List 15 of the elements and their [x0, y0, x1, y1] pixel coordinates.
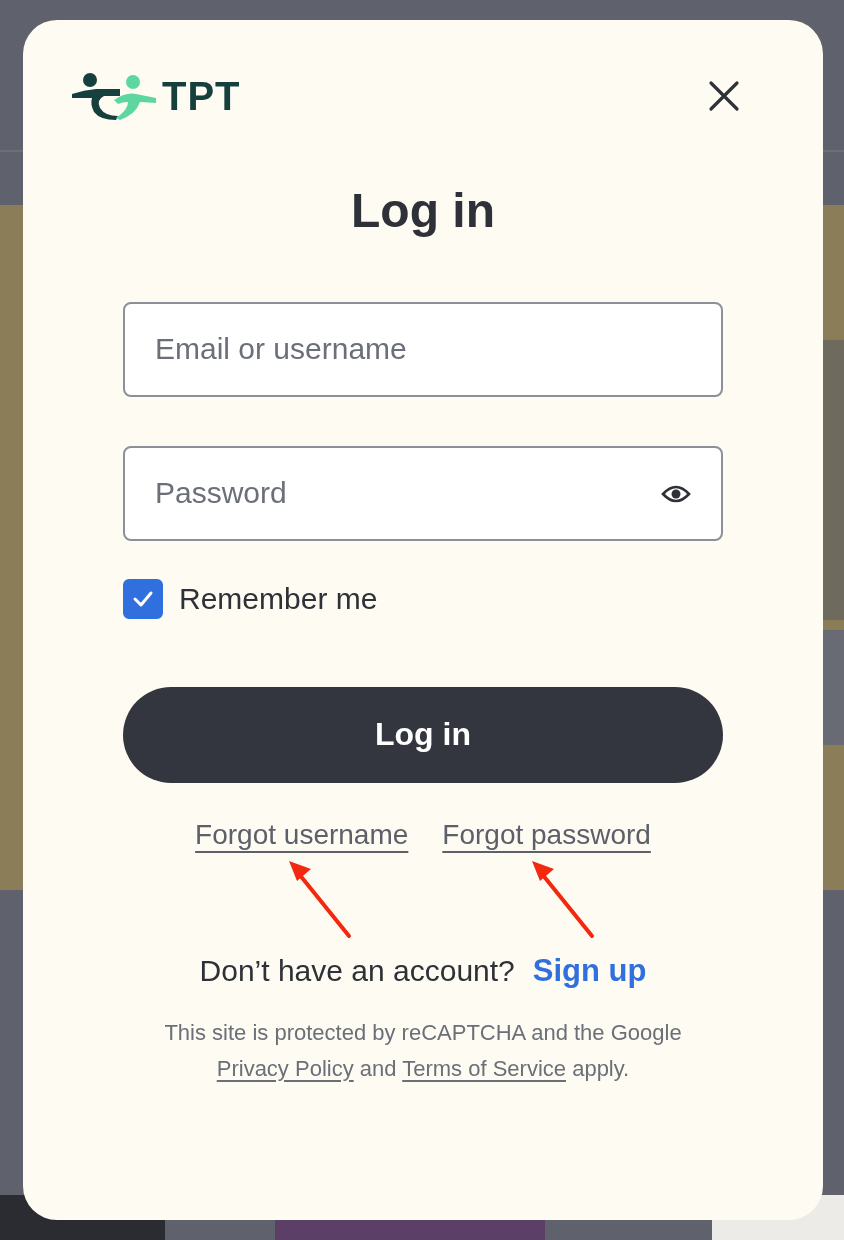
email-field[interactable]: Email or username	[123, 301, 723, 397]
logo-wordmark: TPT	[162, 73, 241, 119]
forgot-link[interactable]: Forgot password	[442, 818, 651, 851]
login-button[interactable]: Log in	[123, 686, 723, 783]
recaptcha-notice: This site is protected by reCAPTCHA and the Google Privacy Policy and Terms of Service apply.	[163, 1018, 683, 1083]
password-field[interactable]: Password	[123, 445, 723, 541]
close-icon[interactable]	[708, 80, 740, 112]
signup-link[interactable]: Sign up	[532, 952, 647, 989]
dialog-title: Log in	[350, 183, 496, 239]
terms-link[interactable]: Terms of Service	[402, 1055, 567, 1081]
signup-prompt: Don’t have an account?	[199, 953, 515, 988]
remember-checkbox[interactable]	[123, 578, 163, 619]
forgot-link[interactable]: Forgot username	[195, 818, 409, 851]
remember-label: Remember me	[179, 581, 378, 616]
privacy-link[interactable]: Privacy Policy	[216, 1055, 354, 1081]
